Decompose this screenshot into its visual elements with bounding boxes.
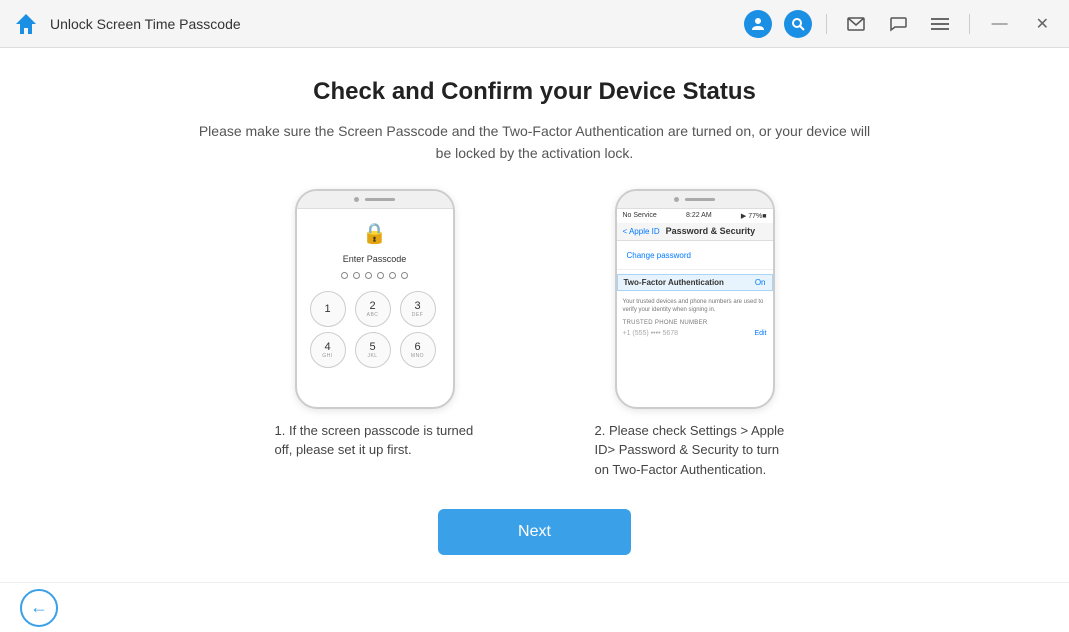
keypad: 1 2ABC 3DEF 4GHI 5JKL 6MNO: [310, 291, 440, 368]
key-1: 1: [310, 291, 346, 327]
passcode-dot-3: [365, 272, 372, 279]
phone-line: [365, 198, 395, 201]
chat-icon[interactable]: [883, 12, 913, 36]
phone2-line: [685, 198, 715, 201]
change-password-row: Change password: [623, 247, 767, 265]
search-icon[interactable]: [784, 10, 812, 38]
phone2-body: No Service 8:22 AM ▶ 77%■ < Apple ID Pas…: [617, 209, 773, 339]
tfa-row: Two-Factor Authentication On: [617, 274, 773, 291]
phone2-dot: [674, 197, 679, 202]
app-icon: [12, 10, 40, 38]
bottom-area: Next: [438, 509, 631, 555]
key-3: 3DEF: [400, 291, 436, 327]
close-button[interactable]: ✕: [1028, 10, 1057, 38]
next-button[interactable]: Next: [438, 509, 631, 555]
edit-label: Edit: [754, 330, 766, 337]
key-5: 5JKL: [355, 332, 391, 368]
key-2: 2ABC: [355, 291, 391, 327]
passcode-dot-1: [341, 272, 348, 279]
menu-icon[interactable]: [925, 13, 955, 35]
page-subtitle: Please make sure the Screen Passcode and…: [195, 120, 875, 165]
title-bar: Unlock Screen Time Passcode — ✕: [0, 0, 1069, 48]
back-arrow-icon: ←: [30, 597, 48, 618]
key-6: 6MNO: [400, 332, 436, 368]
title-bar-title: Unlock Screen Time Passcode: [50, 16, 241, 32]
time-label: 8:22 AM: [686, 212, 712, 219]
title-bar-left: Unlock Screen Time Passcode: [12, 10, 744, 38]
phone2-top-bar: [617, 191, 773, 209]
no-service-label: No Service: [623, 212, 657, 219]
phone2-container: No Service 8:22 AM ▶ 77%■ < Apple ID Pas…: [595, 189, 795, 480]
mail-icon[interactable]: [841, 13, 871, 35]
phones-area: 🔒 Enter Passcode 1 2ABC 3DEF 4: [275, 189, 795, 480]
phone1-body: 🔒 Enter Passcode 1 2ABC 3DEF 4: [297, 209, 453, 376]
passcode-dots: [341, 272, 408, 279]
phone1-container: 🔒 Enter Passcode 1 2ABC 3DEF 4: [275, 189, 475, 460]
phone1-top-bar: [297, 191, 453, 209]
back-button[interactable]: ←: [20, 589, 58, 627]
key-4: 4GHI: [310, 332, 346, 368]
title-bar-right: — ✕: [744, 10, 1057, 38]
trusted-header: TRUSTED PHONE NUMBER: [617, 318, 773, 328]
main-content: Check and Confirm your Device Status Ple…: [0, 48, 1069, 582]
phone1-frame: 🔒 Enter Passcode 1 2ABC 3DEF 4: [295, 189, 455, 409]
phone-number: +1 (555) •••• 5678: [623, 330, 679, 337]
lock-icon: 🔒: [362, 221, 387, 246]
caption2-text: 2. Please check Settings > Apple ID> Pas…: [595, 421, 795, 480]
passcode-dot-4: [377, 272, 384, 279]
phone2-desc: Your trusted devices and phone numbers a…: [617, 295, 773, 318]
tfa-label: Two-Factor Authentication: [624, 278, 724, 287]
passcode-dot-2: [353, 272, 360, 279]
user-icon[interactable]: [744, 10, 772, 38]
footer: ←: [0, 582, 1069, 632]
passcode-dot-6: [401, 272, 408, 279]
phone2-nav: < Apple ID Password & Security: [617, 223, 773, 241]
tfa-status: On: [755, 278, 766, 287]
enter-passcode-text: Enter Passcode: [343, 254, 407, 264]
passcode-dot-5: [389, 272, 396, 279]
page-title: Check and Confirm your Device Status: [313, 78, 756, 106]
battery-label: ▶ 77%■: [741, 212, 767, 220]
nav-back: < Apple ID: [623, 227, 660, 236]
phone2-frame: No Service 8:22 AM ▶ 77%■ < Apple ID Pas…: [615, 189, 775, 409]
phone-dot: [354, 197, 359, 202]
phone2-status-bar: No Service 8:22 AM ▶ 77%■: [617, 209, 773, 223]
minimize-button[interactable]: —: [984, 11, 1016, 37]
separator: [826, 14, 827, 34]
phone2-section: Change password: [617, 241, 773, 270]
caption1-text: 1. If the screen passcode is turned off,…: [275, 421, 475, 460]
change-password-label: Change password: [627, 251, 691, 260]
nav-title: Password & Security: [666, 226, 756, 236]
edit-row: +1 (555) •••• 5678 Edit: [617, 328, 773, 339]
separator2: [969, 14, 970, 34]
